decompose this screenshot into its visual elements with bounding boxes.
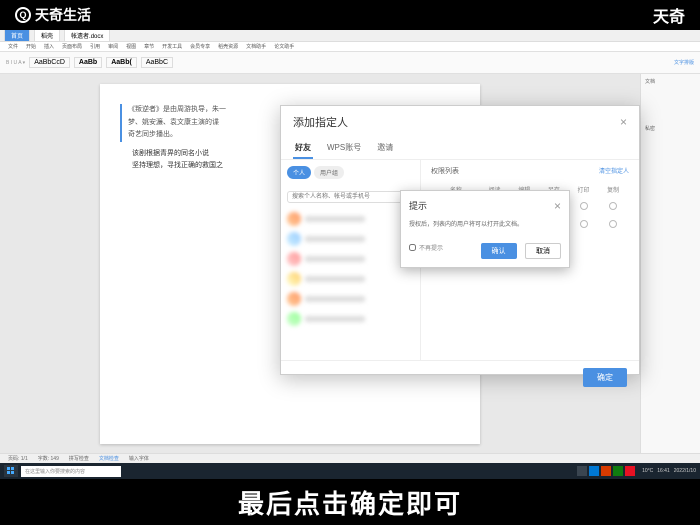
filter-personal[interactable]: 个人	[287, 166, 311, 179]
menu-insert[interactable]: 插入	[44, 43, 54, 50]
right-sidebar: 文档 私密	[640, 74, 700, 454]
alert-cancel-button[interactable]: 取消	[525, 243, 561, 259]
status-mode[interactable]: 文档检查	[99, 455, 119, 462]
menu-review[interactable]: 审阅	[108, 43, 118, 50]
user-item[interactable]	[287, 309, 414, 329]
radio-copy[interactable]	[609, 202, 617, 210]
video-overlay-bar: Q 天奇生活 天奇	[0, 0, 700, 30]
logo-icon: Q	[15, 7, 31, 23]
tab-daoke[interactable]: 稻壳	[34, 29, 60, 42]
tab-friends[interactable]: 好友	[293, 138, 313, 159]
radio-print[interactable]	[580, 220, 588, 228]
system-tray[interactable]: 10°C 16:41 2022/1/10	[642, 468, 696, 474]
menu-dev[interactable]: 开发工具	[162, 43, 182, 50]
tab-home[interactable]: 首页	[4, 29, 30, 42]
menu-bar: 文件 开始 插入 页面布局 引用 审阅 视图 章节 开发工具 会员专享 稻壳资源…	[0, 42, 700, 52]
close-icon[interactable]: ×	[620, 115, 627, 129]
video-subtitle-bar: 最后点击确定即可	[0, 479, 700, 525]
alert-message: 授权后，列表内的用户将可以打开此文档。	[409, 219, 561, 228]
start-button[interactable]	[4, 465, 18, 477]
radio-copy[interactable]	[609, 220, 617, 228]
task-icon[interactable]	[589, 466, 599, 476]
menu-start[interactable]: 开始	[26, 43, 36, 50]
status-bar: 页码: 1/1 字数: 149 拼写检查 文档检查 输入字体	[0, 453, 700, 463]
style-h1[interactable]: AaBb	[74, 57, 102, 68]
brand-right: 天奇	[653, 3, 685, 27]
clear-assignees-link[interactable]: 清空指定人	[599, 166, 629, 176]
menu-layout[interactable]: 页面布局	[62, 43, 82, 50]
logo-text: 天奇生活	[35, 5, 91, 25]
menu-ref[interactable]: 引用	[90, 43, 100, 50]
task-icon[interactable]	[577, 466, 587, 476]
dialog-tabs: 好友 WPS账号 邀请	[281, 138, 639, 160]
ribbon-toolbar: B I U A ▾ AaBbCcD AaBb AaBb( AaBbC 文字排版	[0, 52, 700, 74]
style-h3[interactable]: AaBbC	[141, 57, 173, 68]
user-item[interactable]	[287, 249, 414, 269]
status-page: 页码: 1/1	[8, 455, 28, 462]
style-normal[interactable]: AaBbCcD	[29, 57, 70, 68]
dialog-title-text: 添加指定人	[293, 114, 348, 130]
task-icon[interactable]	[601, 466, 611, 476]
user-item[interactable]	[287, 229, 414, 249]
search-input[interactable]	[287, 191, 414, 203]
app-titlebar: 首页 稻壳 帐遗者.docx	[0, 30, 700, 42]
confirm-button[interactable]: 确定	[583, 368, 627, 387]
toolbar-textlayout[interactable]: 文字排版	[674, 59, 694, 66]
menu-res[interactable]: 稻壳资源	[218, 43, 238, 50]
menu-file[interactable]: 文件	[8, 43, 18, 50]
tab-invite[interactable]: 邀请	[375, 138, 395, 159]
user-item[interactable]	[287, 289, 414, 309]
menu-chapter[interactable]: 章节	[144, 43, 154, 50]
radio-print[interactable]	[580, 202, 588, 210]
task-icon[interactable]	[613, 466, 623, 476]
style-h2[interactable]: AaBb(	[106, 57, 137, 68]
dialog-header: 添加指定人 ×	[281, 106, 639, 138]
status-input: 输入字体	[129, 455, 149, 462]
tab-wps[interactable]: WPS账号	[325, 138, 363, 159]
taskbar-search[interactable]: 在这里输入你要搜索的内容	[21, 466, 121, 477]
alert-ok-button[interactable]: 确认	[481, 243, 517, 259]
menu-dochelp[interactable]: 文档助手	[246, 43, 266, 50]
perm-title: 权限列表	[431, 166, 459, 176]
close-icon[interactable]: ×	[554, 199, 561, 213]
taskbar-apps	[577, 466, 635, 476]
status-lang: 拼写检查	[69, 455, 89, 462]
menu-paper[interactable]: 论文助手	[274, 43, 294, 50]
status-words: 字数: 149	[38, 455, 59, 462]
tab-document[interactable]: 帐遗者.docx	[64, 29, 110, 42]
subtitle-text: 最后点击确定即可	[238, 484, 462, 521]
brand-logo: Q 天奇生活	[15, 5, 91, 25]
confirm-alert: 提示 × 授权后，列表内的用户将可以打开此文档。 不再提示 确认 取消	[400, 190, 570, 268]
windows-taskbar: 在这里输入你要搜索的内容 10°C 16:41 2022/1/10	[0, 463, 700, 479]
filter-group[interactable]: 用户组	[314, 166, 344, 179]
user-item[interactable]	[287, 269, 414, 289]
menu-vip[interactable]: 会员专享	[190, 43, 210, 50]
dont-show-checkbox[interactable]: 不再提示	[409, 243, 443, 252]
user-item[interactable]	[287, 209, 414, 229]
alert-title: 提示	[409, 199, 427, 213]
dialog-footer: 确定	[281, 360, 639, 393]
menu-view[interactable]: 视图	[126, 43, 136, 50]
task-icon[interactable]	[625, 466, 635, 476]
